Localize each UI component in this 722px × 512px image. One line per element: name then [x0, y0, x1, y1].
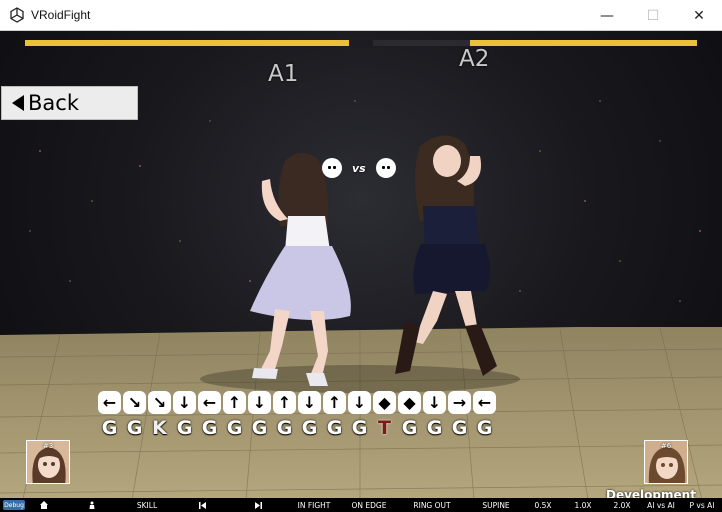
back-arrow-icon	[12, 95, 24, 111]
input-key: K	[152, 417, 167, 439]
back-button[interactable]: Back	[1, 86, 138, 120]
input-arrow-left-icon: ←	[473, 391, 496, 414]
home-button[interactable]	[30, 498, 58, 512]
input-arrow-down-icon: ↓	[173, 391, 196, 414]
input-key: G	[426, 417, 443, 439]
input-key: G	[226, 417, 243, 439]
speed-2.0x-button[interactable]: 2.0X	[607, 498, 637, 512]
person-icon	[89, 501, 95, 509]
input-key: G	[476, 417, 493, 439]
minimize-button[interactable]: —	[584, 0, 630, 31]
next-icon	[254, 501, 262, 509]
input-key-history: GGKGGGGGGGGTGGGG	[98, 417, 496, 439]
speed-0.5x-button[interactable]: 0.5X	[528, 498, 558, 512]
input-arrow-left-icon: ←	[98, 391, 121, 414]
input-arrow-diamond-icon: ◆	[373, 391, 396, 414]
player2-name: A2	[459, 46, 490, 72]
vs-label: vs	[352, 161, 366, 175]
ring-out-button[interactable]: RING OUT	[406, 498, 458, 512]
player2-face-icon	[375, 158, 396, 178]
input-key: G	[101, 417, 118, 439]
player2-portrait-label: #6	[660, 442, 672, 450]
next-button[interactable]	[246, 498, 270, 512]
supine-button[interactable]: SUPINE	[474, 498, 518, 512]
input-key: G	[401, 417, 418, 439]
input-arrow-down-icon: ↓	[423, 391, 446, 414]
player2-portrait[interactable]: #6	[644, 440, 688, 484]
input-arrow-diamond-icon: ◆	[398, 391, 421, 414]
debug-button[interactable]: Debug	[3, 500, 25, 510]
player2-health-bar	[470, 40, 697, 46]
in-fight-button[interactable]: IN FIGHT	[290, 498, 338, 512]
window-titlebar: VRoidFight — ☐ ✕	[0, 0, 722, 31]
player1-portrait[interactable]: #3	[26, 440, 70, 484]
input-arrow-up-icon: ↑	[223, 391, 246, 414]
input-key: T	[378, 417, 391, 439]
input-arrow-down-icon: ↓	[348, 391, 371, 414]
input-key: G	[201, 417, 218, 439]
prev-icon	[198, 501, 206, 509]
ai-vs-ai-button[interactable]: AI vs AI	[643, 498, 679, 512]
game-scene: A1 A2 Back vs ← ↘ ↘ ↓ ← ↑ ↓ ↑ ↓ ↑ ↓ ◆ ◆ ↓ → ← GGKGGGGGG…	[0, 31, 722, 512]
input-arrow-left-icon: ←	[198, 391, 221, 414]
player1-portrait-label: #3	[42, 442, 54, 450]
prev-button[interactable]	[190, 498, 214, 512]
home-icon	[40, 501, 48, 509]
input-arrow-up-icon: ↑	[323, 391, 346, 414]
input-key: G	[126, 417, 143, 439]
player1-name: A1	[268, 61, 299, 87]
person-button[interactable]	[80, 498, 104, 512]
player1-health-bar	[25, 40, 349, 46]
input-arrow-down-icon: ↓	[248, 391, 271, 414]
speed-1.0x-button[interactable]: 1.0X	[568, 498, 598, 512]
maximize-button[interactable]: ☐	[630, 0, 676, 31]
unity-app-icon	[10, 7, 24, 23]
on-edge-button[interactable]: ON EDGE	[345, 498, 393, 512]
expression-indicator: vs	[322, 156, 396, 180]
input-key: G	[301, 417, 318, 439]
input-key: G	[276, 417, 293, 439]
skill-button[interactable]: SKILL	[128, 498, 166, 512]
input-arrow-down-icon: ↓	[298, 391, 321, 414]
p-vs-ai-button[interactable]: P vs AI	[684, 498, 720, 512]
input-arrow-up-icon: ↑	[273, 391, 296, 414]
fighter-a2	[395, 135, 497, 376]
bottom-control-bar: Debug SKILL IN FIGHT ON EDGE RING OUT SU…	[0, 498, 722, 512]
input-arrow-down-right-icon: ↘	[123, 391, 146, 414]
player1-face-icon	[322, 158, 342, 178]
back-label: Back	[28, 91, 79, 115]
window-title: VRoidFight	[31, 8, 91, 22]
input-arrow-history: ← ↘ ↘ ↓ ← ↑ ↓ ↑ ↓ ↑ ↓ ◆ ◆ ↓ → ←	[98, 391, 496, 414]
close-button[interactable]: ✕	[676, 0, 722, 31]
input-arrow-right-icon: →	[448, 391, 471, 414]
input-key: G	[251, 417, 268, 439]
input-key: G	[451, 417, 468, 439]
input-key: G	[176, 417, 193, 439]
input-arrow-down-right-icon: ↘	[148, 391, 171, 414]
input-key: G	[351, 417, 368, 439]
input-key: G	[326, 417, 343, 439]
